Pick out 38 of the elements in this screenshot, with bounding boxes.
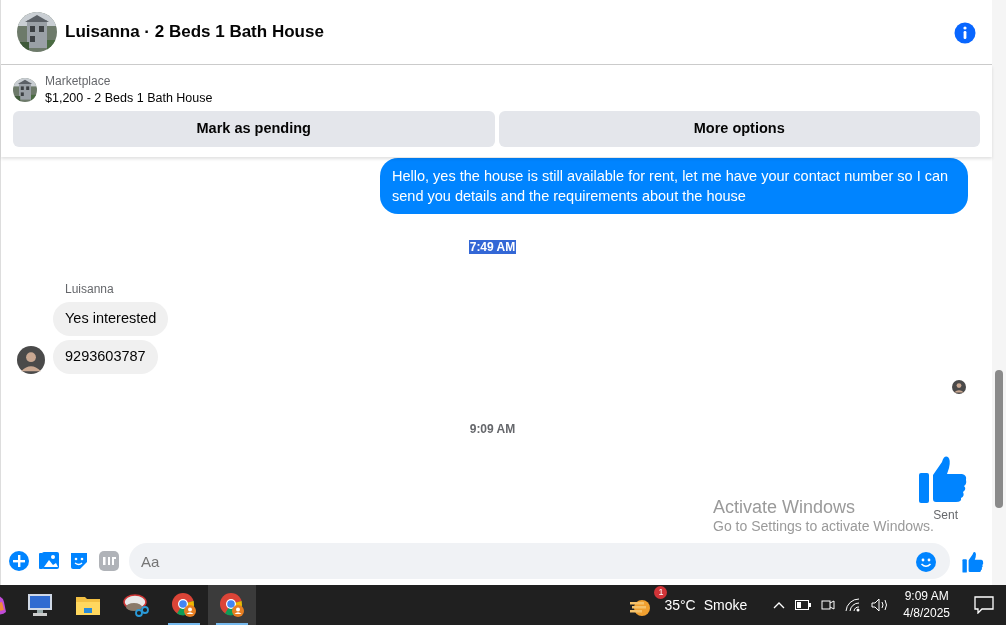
- speaker-icon[interactable]: [871, 598, 890, 612]
- thumbs-up-icon[interactable]: [962, 550, 984, 573]
- seen-avatar: [952, 379, 966, 394]
- action-button[interactable]: More options: [498, 111, 980, 147]
- activation-text: Go to Settings to activate Windows.: [713, 517, 934, 534]
- timestamp: 9:09 AM: [468, 421, 517, 436]
- action-button[interactable]: Mark as pending: [13, 111, 495, 147]
- timestamp: 7:49 AM: [468, 240, 517, 254]
- message-bubble: 9293603787: [53, 339, 158, 374]
- message-input[interactable]: Aa: [129, 543, 950, 579]
- notifications-icon[interactable]: [974, 596, 994, 614]
- scrollbar-thumb[interactable]: [995, 370, 1003, 508]
- computer-icon[interactable]: [27, 593, 53, 617]
- chrome-icon[interactable]: [219, 592, 245, 618]
- listing-title[interactable]: $1,200 - 2 Beds 1 Bath House: [45, 89, 213, 107]
- folder-icon[interactable]: [76, 595, 100, 615]
- chevron-up-icon[interactable]: [773, 601, 786, 609]
- info-icon[interactable]: [954, 21, 976, 44]
- message-status: Sent: [933, 506, 958, 524]
- message-bubble: Hello, yes the house is still available for rent, let me have your contact number so I can send you details and the requirements about the house: [380, 158, 968, 214]
- camera-icon[interactable]: [821, 597, 836, 613]
- avatar: [17, 345, 45, 374]
- scissors-icon[interactable]: [123, 593, 149, 617]
- chrome-icon[interactable]: [171, 592, 197, 618]
- clock-time[interactable]: 9:09 AM: [903, 588, 950, 605]
- message-bubble: Yes interested: [53, 302, 169, 336]
- listing-source: Marketplace: [45, 73, 112, 89]
- notification-badge: 1: [654, 585, 668, 599]
- wifi-icon[interactable]: [845, 598, 862, 612]
- battery-icon[interactable]: [795, 600, 812, 610]
- clock-date[interactable]: 4/8/2025: [903, 605, 950, 622]
- add-icon[interactable]: [9, 551, 29, 571]
- conversation-title: Luisanna · 2 Beds 1 Bath House: [65, 21, 324, 44]
- weather-condition[interactable]: Smoke: [703, 594, 748, 616]
- activation-title: Activate Windows: [713, 497, 857, 518]
- image-icon[interactable]: [39, 551, 59, 571]
- sender-name: Luisanna: [65, 281, 115, 298]
- sticker-icon[interactable]: [69, 551, 89, 571]
